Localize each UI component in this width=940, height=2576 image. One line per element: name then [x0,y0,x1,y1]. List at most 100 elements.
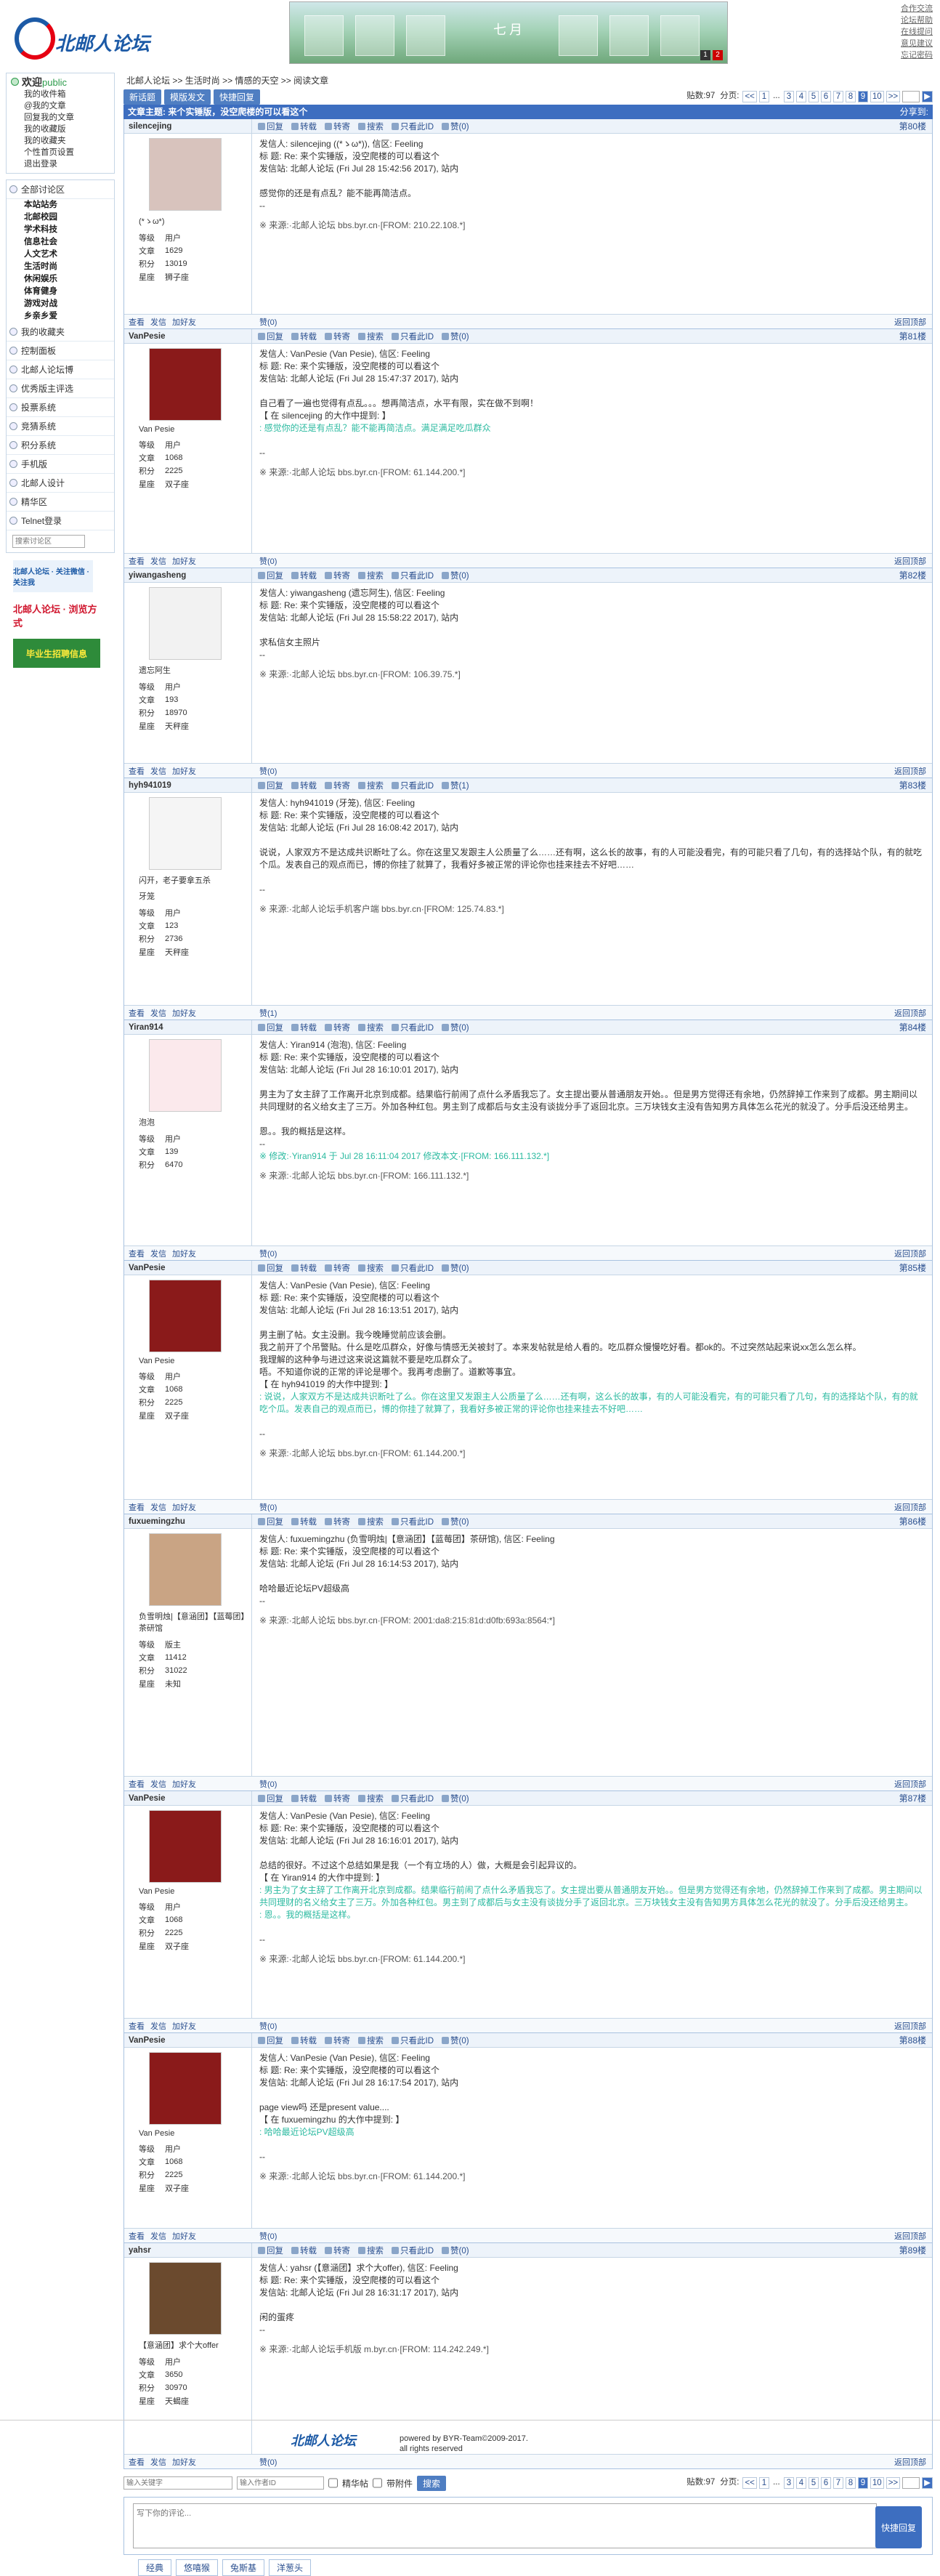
page-last[interactable]: >> [886,2477,901,2489]
like-button[interactable]: 赞(0) [442,1516,469,1527]
keyword-search-input[interactable] [123,2476,232,2490]
add-friend-button[interactable]: 加好友 [172,2230,196,2242]
page-first[interactable]: << [742,2477,757,2489]
page-link[interactable]: 10 [870,2477,884,2489]
like-button[interactable]: 赞(0) [252,1778,894,1790]
link-favorites[interactable]: 我的收藏夹 [11,135,110,147]
menu-blog[interactable]: 北邮人论坛博 [7,360,114,379]
reply-button[interactable]: 回复 [258,570,283,581]
search-button[interactable]: 搜索 [358,570,384,581]
add-friend-button[interactable]: 加好友 [172,555,196,567]
floor-number[interactable]: 第89楼 [899,2244,932,2256]
add-friend-button[interactable]: 加好友 [172,765,196,777]
banner[interactable]: 七月 12 [289,1,728,64]
post-username[interactable]: Yiran914 [124,1020,252,1035]
message-button[interactable]: 发信 [150,2020,166,2032]
send-button[interactable]: 转寄 [325,570,350,581]
forum-logo[interactable]: 北邮人论坛 [13,13,151,65]
menu-guess[interactable]: 竞猜系统 [7,417,114,436]
message-button[interactable]: 发信 [150,316,166,328]
view-button[interactable]: 查看 [129,1007,145,1019]
like-button[interactable]: 赞(0) [442,1022,469,1033]
link-home-settings[interactable]: 个性首页设置 [11,147,110,158]
sub-board[interactable]: 本站站务 [7,199,114,211]
page-first[interactable]: << [742,91,757,102]
back-to-top[interactable]: 返回顶部 [894,765,932,777]
emoji-tab[interactable]: 洋葱头 [269,2559,312,2576]
like-button[interactable]: 赞(0) [252,1248,894,1259]
like-button[interactable]: 赞(0) [442,2245,469,2256]
reply-button[interactable]: 回复 [258,331,283,342]
quick-reply-submit[interactable]: 快捷回复 [875,2506,922,2548]
menu-all-boards[interactable]: 全部讨论区 [7,180,114,199]
sub-board[interactable]: 人文艺术 [7,249,114,261]
back-to-top[interactable]: 返回顶部 [894,2230,932,2242]
author-search-input[interactable] [237,2476,324,2490]
only-this-id-button[interactable]: 只看此ID [392,1793,434,1804]
add-friend-button[interactable]: 加好友 [172,2020,196,2032]
page-link[interactable]: 10 [870,91,884,102]
wechat-ad[interactable]: 北邮人论坛 · 关注微信 · 关注我 [13,560,93,592]
avatar[interactable] [149,348,222,421]
menu-mobile[interactable]: 手机版 [7,455,114,474]
avatar[interactable] [149,797,222,870]
message-button[interactable]: 发信 [150,1248,166,1259]
menu-design[interactable]: 北邮人设计 [7,474,114,493]
reply-button[interactable]: 回复 [258,780,283,791]
view-button[interactable]: 查看 [129,1501,145,1513]
forward-button[interactable]: 转载 [291,1262,317,1274]
message-button[interactable]: 发信 [150,555,166,567]
page-link[interactable]: 6 [820,91,831,102]
page-jump-button[interactable]: ▶ [922,91,933,102]
only-this-id-button[interactable]: 只看此ID [392,2245,434,2256]
message-button[interactable]: 发信 [150,765,166,777]
send-button[interactable]: 转寄 [325,2245,350,2256]
sub-board[interactable]: 学术科技 [7,224,114,236]
like-button[interactable]: 赞(0) [252,1501,894,1513]
page-link[interactable]: 3 [783,91,794,102]
like-button[interactable]: 赞(0) [252,555,894,567]
search-button[interactable]: 搜索 [358,1516,384,1527]
page-link[interactable]: 1 [758,91,769,102]
link-ask[interactable]: 在线提问 [901,26,933,38]
add-friend-button[interactable]: 加好友 [172,1778,196,1790]
only-this-id-button[interactable]: 只看此ID [392,1262,434,1274]
only-this-id-button[interactable]: 只看此ID [392,780,434,791]
forward-button[interactable]: 转载 [291,1022,317,1033]
view-button[interactable]: 查看 [129,1248,145,1259]
send-button[interactable]: 转寄 [325,780,350,791]
menu-vote[interactable]: 投票系统 [7,398,114,417]
floor-number[interactable]: 第81楼 [899,330,932,342]
message-button[interactable]: 发信 [150,1007,166,1019]
add-friend-button[interactable]: 加好友 [172,1501,196,1513]
back-to-top[interactable]: 返回顶部 [894,1248,932,1259]
avatar[interactable] [149,587,222,660]
attachment-checkbox[interactable] [373,2476,383,2490]
link-feedback[interactable]: 意见建议 [901,38,933,49]
add-friend-button[interactable]: 加好友 [172,1248,196,1259]
like-button[interactable]: 赞(0) [442,121,469,132]
page-link[interactable]: 8 [845,2477,856,2489]
reply-button[interactable]: 回复 [258,1793,283,1804]
sub-board[interactable]: 北邮校园 [7,211,114,224]
search-button[interactable]: 搜索 [358,2245,384,2256]
like-button[interactable]: 赞(0) [442,2035,469,2046]
view-button[interactable]: 查看 [129,2230,145,2242]
forward-button[interactable]: 转载 [291,121,317,132]
like-button[interactable]: 赞(0) [252,2230,894,2242]
message-button[interactable]: 发信 [150,1501,166,1513]
send-button[interactable]: 转寄 [325,1516,350,1527]
reply-button[interactable]: 回复 [258,1262,283,1274]
quick-reply-button[interactable]: 快捷回复 [214,89,261,105]
view-button[interactable]: 查看 [129,765,145,777]
only-this-id-button[interactable]: 只看此ID [392,570,434,581]
post-username[interactable]: VanPesie [124,1790,252,1806]
floor-number[interactable]: 第85楼 [899,1261,932,1274]
back-to-top[interactable]: 返回顶部 [894,1778,932,1790]
reply-textarea[interactable] [133,2503,877,2548]
avatar[interactable] [149,138,222,211]
link-logout[interactable]: 退出登录 [11,158,110,170]
like-button[interactable]: 赞(1) [252,1007,894,1019]
post-username[interactable]: silencejing [124,118,252,134]
avatar[interactable] [149,2262,222,2335]
